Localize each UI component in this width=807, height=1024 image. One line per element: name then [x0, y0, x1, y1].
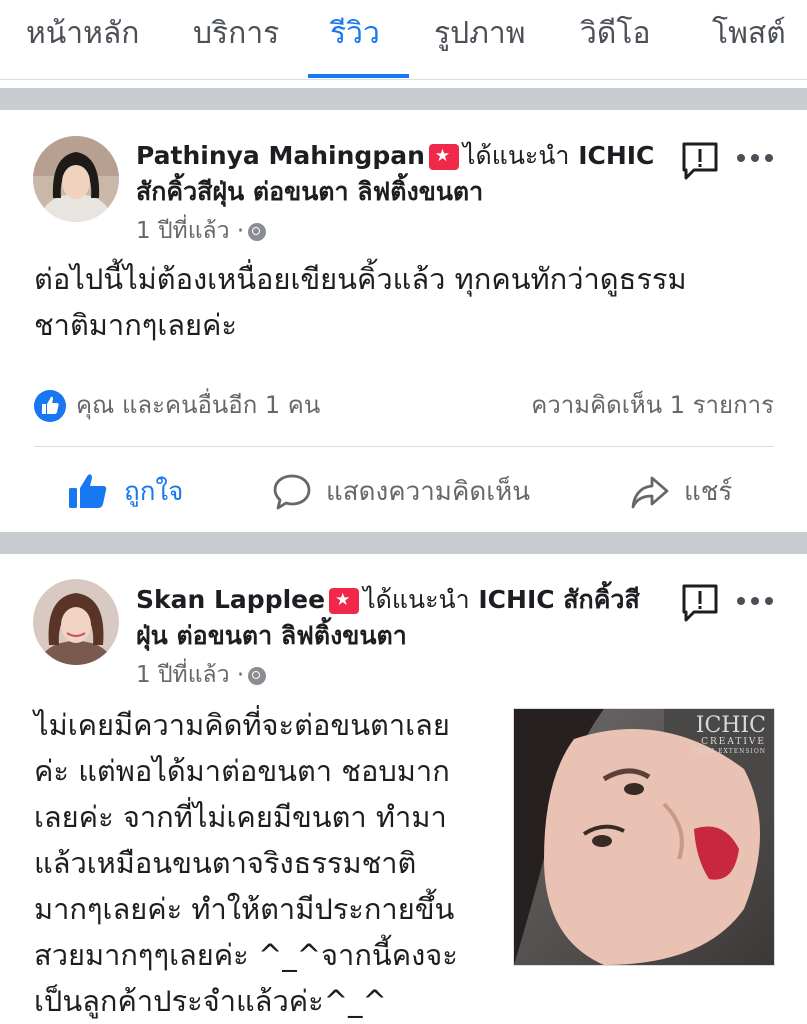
post-text-line: ค่ะ แต่พอได้มาต่อขนตา ชอบมาก — [34, 754, 450, 788]
globe-icon — [248, 222, 267, 241]
brand-logo: ICHIC CREATIVE LASH EXTENSION — [693, 713, 767, 756]
more-options-icon[interactable] — [735, 591, 775, 611]
tab-photos[interactable]: รูปภาพ — [434, 14, 526, 54]
section-divider — [0, 88, 807, 110]
active-tab-indicator — [308, 74, 409, 78]
author-name[interactable]: Pathinya Mahingpan — [136, 141, 425, 170]
review-post: Pathinya Mahingpan ได้แนะนำ ICHIC สักคิ้ว… — [0, 110, 807, 532]
post-text: ต่อไปนี้ไม่ต้องเหนื่อยเขียนคิ้วแล้ว ทุกค… — [34, 256, 687, 348]
post-time: 1 ปีที่แล้ว · — [136, 660, 267, 690]
comment-icon — [273, 474, 311, 510]
post-header: Pathinya Mahingpan ได้แนะนำ ICHIC สักคิ้ว… — [136, 138, 666, 210]
post-text-line: ต่อไปนี้ไม่ต้องเหนื่อยเขียนคิ้วแล้ว ทุกค… — [34, 262, 687, 296]
post-text: ไม่เคยมีความคิดที่จะต่อขนตาเลย ค่ะ แต่พอ… — [34, 702, 504, 1024]
post-text-line: เลยค่ะ จากที่ไม่เคยมีขนตา ทำมา — [34, 800, 447, 834]
post-text-line: เป็นลูกค้าประจำแล้วค่ะ^_^ — [34, 984, 387, 1018]
post-time: 1 ปีที่แล้ว · — [136, 216, 267, 246]
tab-reviews[interactable]: รีวิว — [330, 14, 380, 54]
section-divider — [0, 532, 807, 554]
timestamp[interactable]: 1 ปีที่แล้ว · — [136, 662, 244, 688]
share-label: แชร์ — [684, 477, 733, 507]
reaction-stats: คุณ และคนอื่นอีก 1 คน ความคิดเห็น 1 รายก… — [34, 386, 774, 426]
post-text-line: ไม่เคยมีความคิดที่จะต่อขนตาเลย — [34, 708, 450, 742]
post-text-line: ชาติมากๆเลยค่ะ — [34, 308, 237, 342]
tab-services[interactable]: บริการ — [193, 14, 279, 54]
recommend-icon — [329, 588, 360, 614]
globe-icon — [248, 666, 267, 685]
post-text-line: มากๆเลยค่ะ ทำให้ตามีประกายขึ้น — [34, 892, 455, 926]
post-photo[interactable]: ICHIC CREATIVE LASH EXTENSION — [513, 708, 775, 966]
recommend-text: ได้แนะนำ — [462, 141, 570, 170]
avatar[interactable] — [33, 136, 119, 222]
tab-videos[interactable]: วิดีโอ — [580, 14, 650, 54]
page-name[interactable]: ICHIC — [578, 141, 654, 170]
recommend-icon — [428, 144, 459, 170]
comment-label: แสดงความคิดเห็น — [326, 477, 531, 507]
page-name-continued[interactable]: ฝุ่น ต่อขนตา ลิฟติ้งขนตา — [136, 621, 407, 650]
tabs-divider — [0, 79, 807, 80]
more-options-icon[interactable] — [735, 148, 775, 168]
like-label: ถูกใจ — [124, 477, 184, 507]
thumbs-up-icon — [69, 474, 107, 508]
recommend-text: ได้แนะนำ — [363, 585, 470, 614]
timestamp[interactable]: 1 ปีที่แล้ว · — [136, 218, 244, 244]
tab-home[interactable]: หน้าหลัก — [26, 14, 139, 54]
likes-count[interactable]: คุณ และคนอื่นอีก 1 คน — [76, 388, 320, 422]
post-text-line: แล้วเหมือนขนตาจริงธรรมชาติ — [34, 846, 417, 880]
like-reaction-icon — [34, 390, 66, 422]
actions-divider — [34, 446, 774, 447]
report-icon[interactable] — [680, 140, 720, 180]
page-name-continued[interactable]: สักคิ้วสีฝุ่น ต่อขนตา ลิฟติ้งขนตา — [136, 177, 483, 206]
share-icon — [631, 476, 669, 509]
avatar[interactable] — [33, 579, 119, 665]
post-header: Skan Lapplee ได้แนะนำ ICHIC สักคิ้วสี ฝุ่… — [136, 582, 666, 654]
author-name[interactable]: Skan Lapplee — [136, 585, 325, 614]
post-text-line: สวยมากๆๆเลยค่ะ ^_^จากนี้คงจะ — [34, 938, 458, 972]
page-name[interactable]: ICHIC สักคิ้วสี — [478, 585, 639, 614]
tab-posts[interactable]: โพสต์ — [712, 14, 786, 54]
report-icon[interactable] — [680, 582, 720, 622]
comments-count[interactable]: ความคิดเห็น 1 รายการ — [531, 388, 774, 422]
page-tabs: หน้าหลัก บริการ รีวิว รูปภาพ วิดีโอ โพสต… — [0, 0, 807, 80]
